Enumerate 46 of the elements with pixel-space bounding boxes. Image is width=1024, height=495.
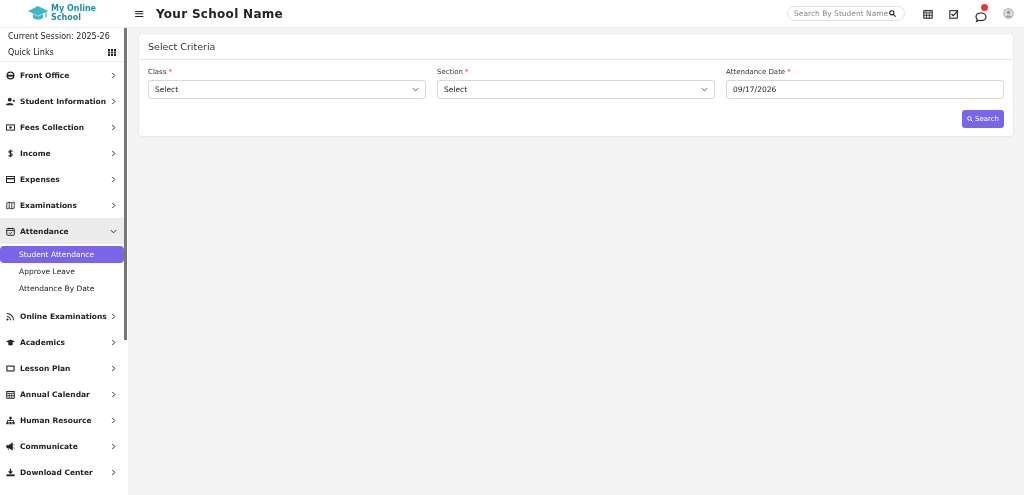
- chevron-icon: [110, 97, 117, 105]
- chevron-icon: [110, 468, 117, 476]
- download-icon: [6, 467, 15, 477]
- calendar-icon: [6, 389, 15, 399]
- chevron-icon: [110, 338, 117, 346]
- chevron-icon: [412, 87, 419, 92]
- logo-text: School: [50, 13, 82, 23]
- chevron-icon: [110, 364, 117, 372]
- search-icon: [889, 10, 896, 17]
- logo-text: My Online: [50, 4, 97, 14]
- monitor-icon: [6, 363, 15, 373]
- credit-card-icon: [6, 174, 15, 184]
- banknote-icon: [6, 122, 15, 132]
- megaphone-icon: [6, 441, 15, 451]
- book-icon: [6, 200, 15, 210]
- chevron-icon: [110, 175, 117, 183]
- chevron-icon: [110, 312, 117, 320]
- user-plus-icon: [6, 96, 15, 106]
- chevron-icon: [110, 149, 117, 157]
- chevron-icon: [701, 87, 708, 92]
- quick-links-label: Quick Links: [8, 48, 54, 57]
- current-session: Current Session: 2025-26: [7, 31, 111, 43]
- chevron-icon: [110, 123, 117, 131]
- rss-icon: [6, 311, 15, 321]
- notification-dot: [981, 3, 988, 11]
- chevron-icon: [110, 442, 117, 450]
- menu-toggle[interactable]: ≡: [134, 6, 145, 21]
- dollar-icon: [6, 148, 15, 158]
- card-title: Select Criteria: [139, 34, 1013, 60]
- chat-icon[interactable]: [975, 10, 987, 23]
- calendar-check-icon: [6, 226, 15, 236]
- scrollbar-thumb[interactable]: [124, 28, 127, 340]
- school-name: Your School Name: [155, 6, 284, 21]
- avatar-icon[interactable]: [1003, 8, 1014, 19]
- chevron-icon: [110, 416, 117, 424]
- sitemap-icon: [6, 415, 15, 425]
- graduation-cap-icon: [6, 337, 15, 347]
- search-icon: [966, 116, 973, 122]
- chevron-icon: [110, 390, 117, 398]
- checkbox-icon[interactable]: [949, 8, 959, 19]
- chevron-icon: [110, 227, 117, 235]
- grid-icon[interactable]: [108, 49, 116, 56]
- calendar-icon[interactable]: [923, 8, 933, 19]
- chevron-icon: [110, 201, 117, 209]
- chevron-icon: [110, 71, 117, 79]
- graduation-cap-logo-icon: [27, 5, 48, 22]
